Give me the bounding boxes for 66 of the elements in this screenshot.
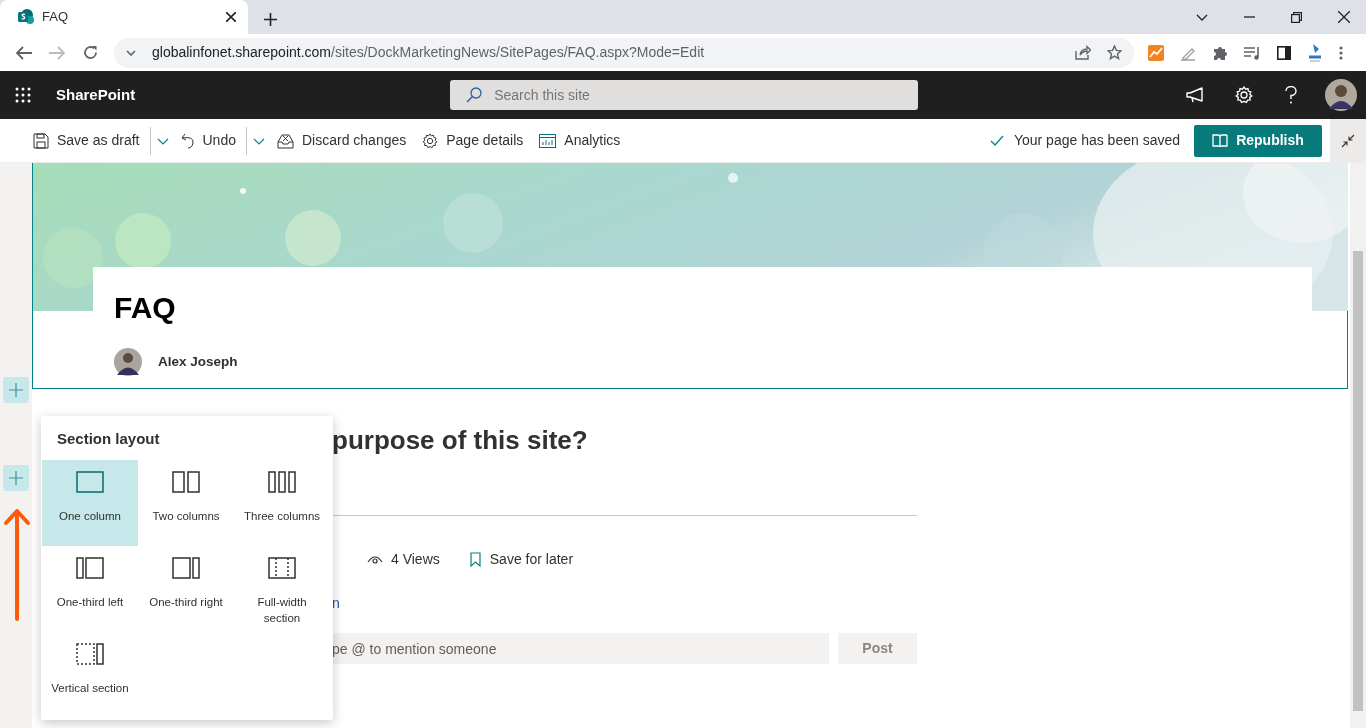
restore-icon[interactable] — [1291, 11, 1302, 23]
back-icon[interactable] — [16, 45, 32, 60]
app-launcher-icon[interactable] — [15, 87, 31, 103]
browser-tab[interactable]: FAQ — [0, 0, 248, 34]
layout-icon — [74, 555, 106, 580]
avatar[interactable] — [1325, 79, 1357, 111]
collapse-icon — [1341, 133, 1355, 148]
playlist-icon[interactable] — [1244, 45, 1261, 60]
republish-button[interactable]: Republish — [1194, 124, 1322, 157]
help-icon[interactable] — [1285, 86, 1297, 104]
layout-option[interactable]: One column — [42, 459, 138, 546]
inbox-icon — [276, 132, 294, 149]
new-tab-icon[interactable] — [264, 13, 277, 26]
save-for-later-button[interactable]: Save for later — [469, 549, 574, 570]
search-field[interactable]: Search this site — [450, 80, 919, 110]
close-icon[interactable] — [226, 12, 236, 22]
layout-icon — [266, 555, 298, 580]
close-icon[interactable] — [1338, 11, 1350, 23]
link[interactable]: n — [332, 595, 340, 611]
command-button[interactable]: Page details — [416, 118, 530, 163]
menu-icon[interactable] — [1339, 45, 1343, 60]
command-button[interactable]: Analytics — [533, 118, 627, 163]
tab-title: FAQ — [42, 8, 69, 27]
section-heading: purpose of this site? — [332, 424, 589, 457]
view-count: 4 Views — [391, 550, 440, 569]
app-name[interactable]: SharePoint — [56, 83, 136, 107]
save-status: Your page has been saved — [1013, 131, 1180, 150]
command-button[interactable]: Undo — [174, 118, 242, 163]
collapse-button[interactable] — [1330, 118, 1366, 163]
chevron-down-icon[interactable] — [126, 49, 136, 56]
layout-icon — [170, 555, 202, 580]
chevron-down-icon[interactable] — [1196, 13, 1208, 21]
puzzle-icon[interactable] — [1212, 44, 1228, 61]
plus-icon — [9, 383, 23, 397]
layout-icon — [170, 469, 202, 494]
chart-icon — [539, 133, 557, 148]
settings-icon — [422, 132, 439, 149]
layout-icon — [74, 469, 106, 494]
layout-icon — [266, 469, 298, 494]
plus-icon — [9, 471, 23, 485]
chart-icon[interactable] — [1148, 44, 1164, 61]
comment-field[interactable]: pe @ to mention someone — [332, 633, 829, 664]
settings-icon[interactable] — [1235, 86, 1253, 104]
sharepoint-icon — [18, 9, 34, 25]
chevron-down-icon — [252, 137, 265, 145]
star-icon[interactable] — [1107, 45, 1122, 60]
reload-icon[interactable] — [83, 45, 98, 60]
command-button[interactable]: Discard changes — [270, 118, 413, 163]
page-title: FAQ — [114, 290, 177, 326]
avatar — [114, 348, 142, 376]
chevron-down-icon — [156, 137, 169, 145]
menu-title: Section layout — [57, 429, 161, 449]
book-icon — [1212, 133, 1229, 148]
share-icon[interactable] — [1075, 45, 1091, 60]
command-button[interactable]: Save as draft — [27, 118, 146, 163]
author-name[interactable]: Alex Joseph — [158, 351, 238, 373]
eye-icon — [367, 554, 383, 565]
side-panel-icon[interactable] — [1277, 45, 1291, 60]
undo-icon — [180, 132, 195, 149]
checkmark-icon — [989, 135, 1004, 146]
save-icon — [33, 132, 49, 149]
layout-icon — [74, 641, 106, 666]
bookmark-icon — [469, 552, 481, 567]
megaphone-icon[interactable] — [1186, 87, 1206, 103]
scrollbar-thumb[interactable] — [1353, 251, 1363, 711]
extension-icon[interactable] — [1307, 43, 1323, 62]
